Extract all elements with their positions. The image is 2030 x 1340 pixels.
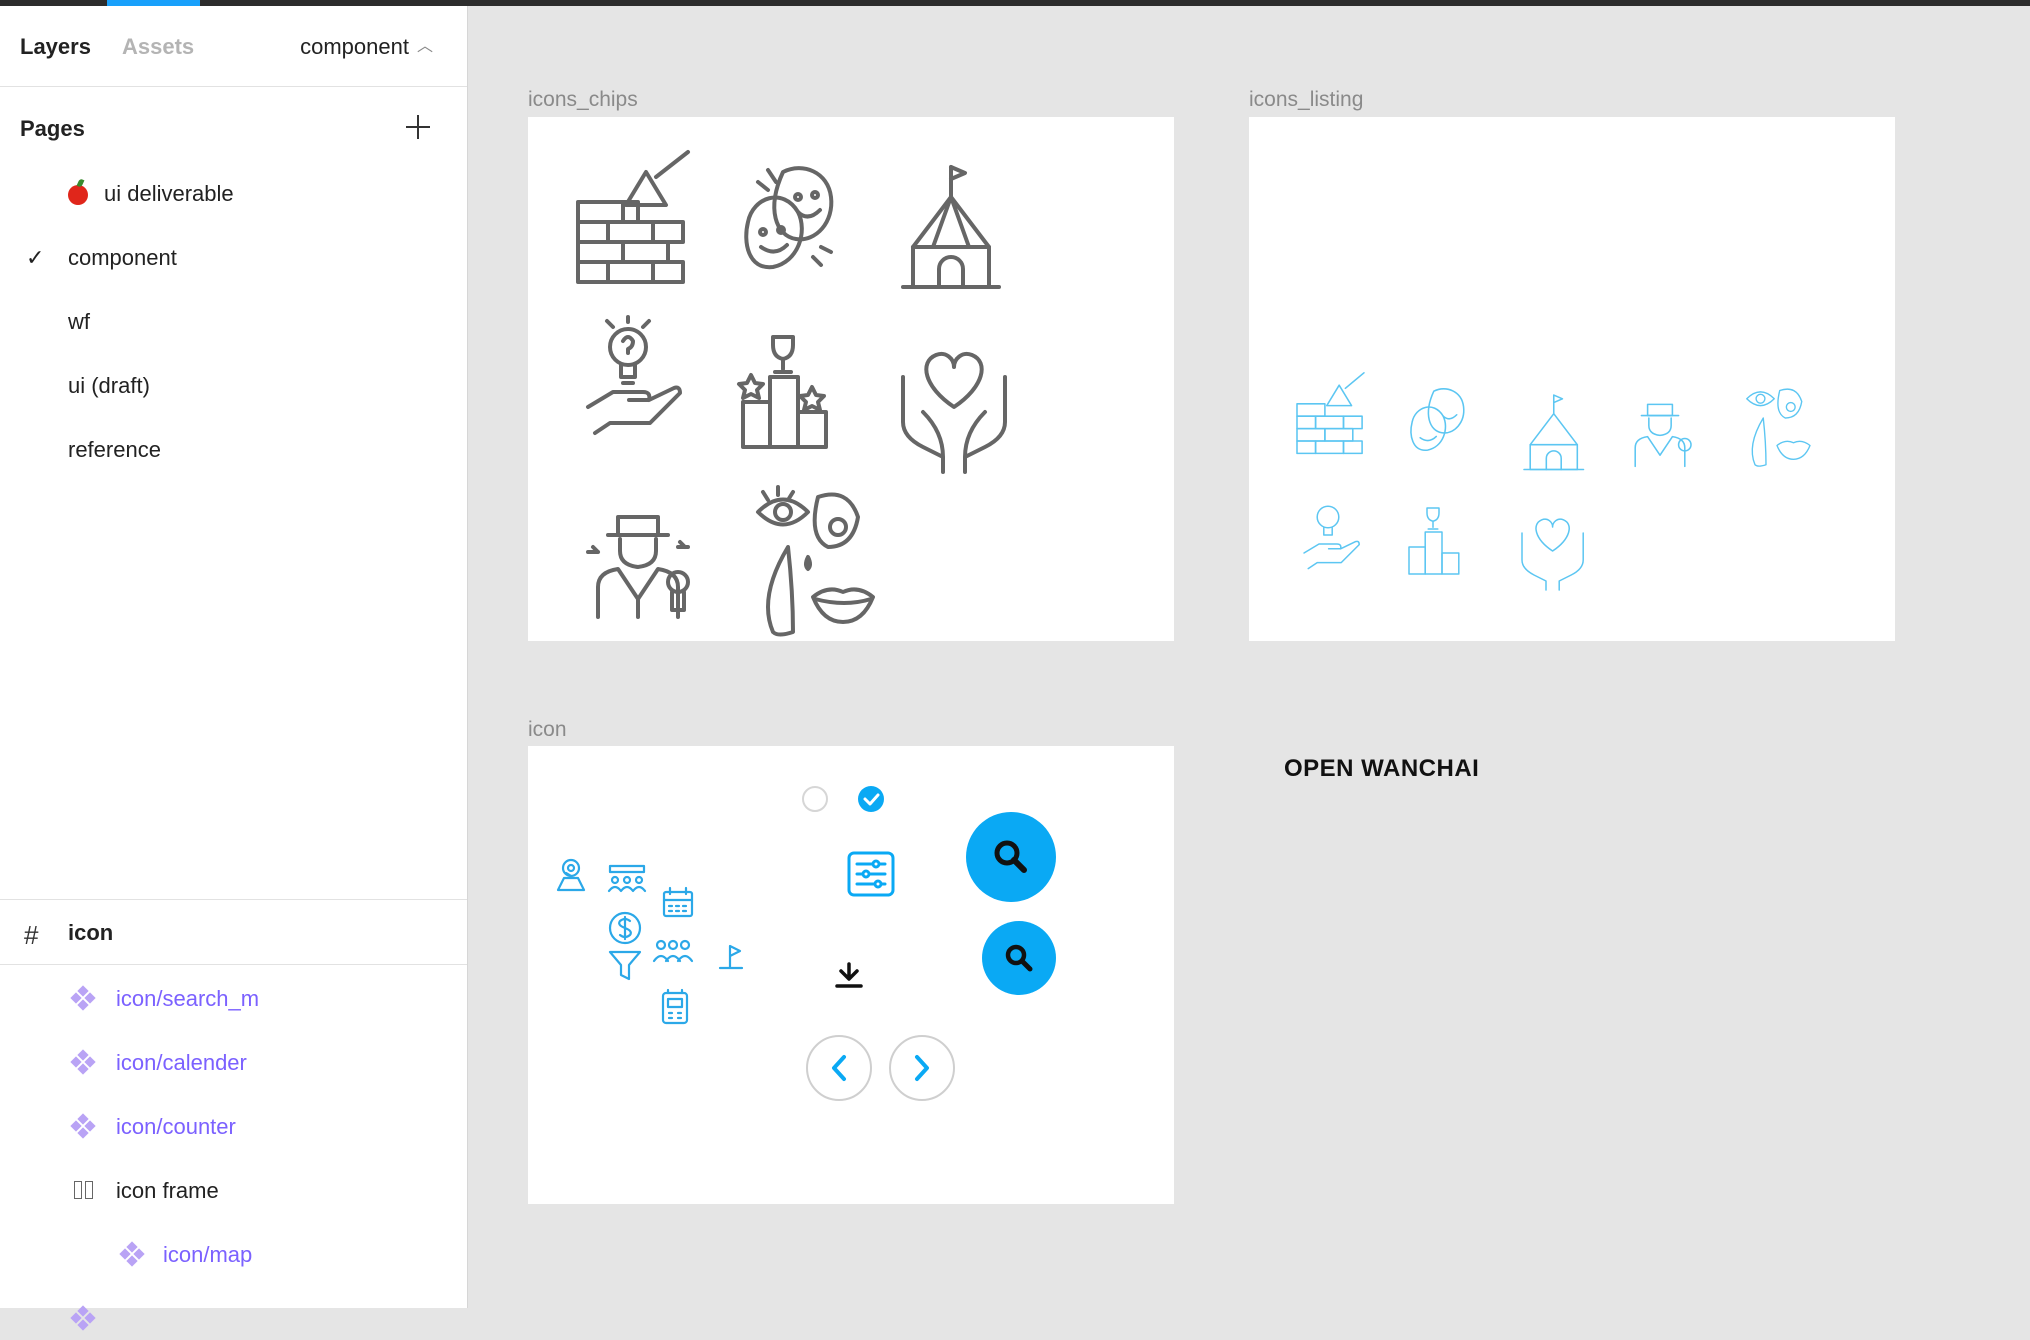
panel-tabbar: Layers Assets component ︿	[0, 6, 467, 87]
sliders-icon[interactable]	[847, 851, 895, 897]
page-switcher[interactable]: component ︿	[300, 34, 433, 60]
open-wanchai-text[interactable]: OPEN WANCHAI	[1284, 755, 1479, 783]
users-group-icon	[607, 864, 647, 893]
brick-wall-icon	[1296, 372, 1365, 455]
chevron-up-icon: ︿	[416, 38, 433, 55]
layer-icon-map[interactable]: icon/map	[0, 1232, 467, 1276]
brick-wall-icon	[576, 150, 690, 284]
page-item-component[interactable]: ✓ component	[0, 235, 467, 279]
page-switcher-label: component	[300, 34, 409, 59]
frame-label-icon: icon	[528, 718, 567, 741]
page-item-label: ui (draft)	[68, 373, 150, 398]
circus-tent-icon	[1523, 394, 1585, 471]
checkmark-icon: ✓	[26, 245, 45, 270]
columns-frame-icon	[74, 1181, 94, 1199]
component-icon	[70, 1305, 96, 1331]
idea-hand-icon	[1303, 505, 1360, 570]
page-item-ui-deliverable[interactable]: ui deliverable	[0, 171, 467, 215]
layers-panel: Layers Assets component ︿ Pages ui delive…	[0, 6, 468, 1331]
layer-label: icon frame	[116, 1178, 219, 1203]
filter-icon	[608, 950, 642, 981]
frame-icon[interactable]	[528, 746, 1174, 1204]
flag-icon	[718, 944, 744, 970]
layer-frame-icon[interactable]: # icon	[0, 900, 467, 965]
radio-checked-icon[interactable]	[858, 786, 884, 812]
layer-label: icon/counter	[116, 1114, 236, 1139]
add-page-icon[interactable]	[403, 112, 433, 142]
senses-face-icon	[756, 485, 875, 637]
page-item-label: component	[68, 245, 177, 270]
tab-assets[interactable]: Assets	[122, 34, 194, 60]
component-icon	[70, 1113, 96, 1139]
frame-label-icons-chips: icons_chips	[528, 88, 638, 111]
idea-hand-icon	[586, 315, 682, 435]
layer-label: icon/search_m	[116, 986, 260, 1011]
frame-icons-chips[interactable]	[528, 117, 1174, 641]
detective-icon	[586, 515, 690, 619]
layer-icon-frame[interactable]: icon frame	[0, 1168, 467, 1212]
layer-frame-label: icon	[68, 920, 114, 945]
frame-label-icons-listing: icons_listing	[1249, 88, 1364, 111]
page-item-label: wf	[68, 309, 90, 334]
next-button[interactable]	[889, 1035, 955, 1101]
team-icon	[652, 939, 694, 963]
page-item-label: ui deliverable	[104, 181, 234, 206]
frame-icons-listing[interactable]	[1249, 117, 1895, 641]
theater-masks-icon	[1410, 388, 1465, 451]
dollar-icon	[608, 911, 642, 945]
map-pin-icon	[556, 858, 586, 892]
layer-icon-search-m[interactable]: icon/search_m	[0, 976, 467, 1020]
podium-trophy-icon	[737, 335, 828, 449]
page-item-label: reference	[68, 437, 161, 462]
previous-button[interactable]	[806, 1035, 872, 1101]
frame-hash-icon: #	[24, 920, 39, 950]
page-item-wf[interactable]: wf	[0, 299, 467, 343]
search-medium-button[interactable]	[982, 921, 1056, 995]
download-icon[interactable]	[835, 962, 863, 988]
component-icon	[119, 1241, 145, 1267]
page-item-ui-draft[interactable]: ui (draft)	[0, 363, 467, 407]
layer-label: icon/calender	[116, 1050, 247, 1075]
component-icon	[70, 1049, 96, 1075]
page-item-reference[interactable]: reference	[0, 427, 467, 471]
counter-icon	[661, 988, 689, 1025]
layer-item-partial[interactable]	[0, 1296, 467, 1340]
detective-icon	[1634, 403, 1692, 468]
theater-masks-icon	[744, 166, 834, 270]
heart-hands-icon	[1521, 518, 1584, 591]
layer-icon-calender[interactable]: icon/calender	[0, 1040, 467, 1084]
heart-hands-icon	[901, 352, 1007, 474]
senses-face-icon	[1746, 388, 1811, 467]
pages-heading: Pages	[20, 116, 85, 141]
tab-layers[interactable]: Layers	[20, 34, 91, 60]
layer-icon-counter[interactable]: icon/counter	[0, 1104, 467, 1148]
podium-trophy-icon	[1408, 507, 1460, 575]
circus-tent-icon	[901, 165, 1001, 289]
search-large-button[interactable]	[966, 812, 1056, 902]
component-icon	[70, 985, 96, 1011]
layer-label: icon/map	[163, 1242, 253, 1267]
apple-emoji-icon	[68, 185, 88, 205]
radio-unchecked-icon[interactable]	[802, 786, 828, 812]
calendar-icon	[662, 886, 694, 918]
